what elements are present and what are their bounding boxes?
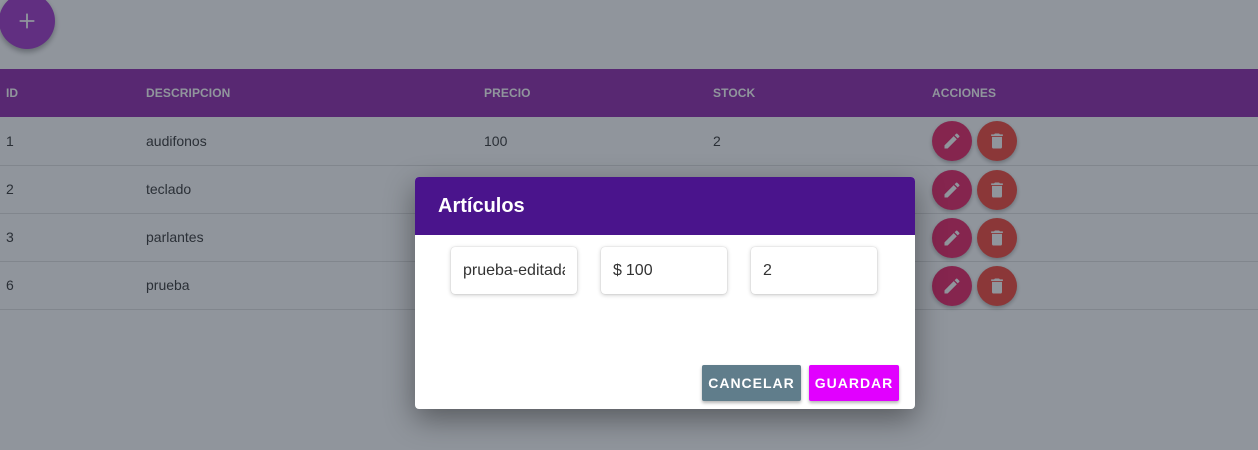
precio-input[interactable]	[621, 247, 727, 294]
dialog-fields: $	[451, 247, 877, 294]
dialog-title: Artículos	[438, 194, 525, 217]
save-button[interactable]: GUARDAR	[809, 365, 899, 401]
stock-field-wrapper	[751, 247, 877, 294]
descripcion-input[interactable]	[451, 247, 577, 294]
stock-input[interactable]	[751, 247, 877, 294]
descripcion-field-wrapper	[451, 247, 577, 294]
currency-prefix: $	[613, 261, 622, 279]
cancel-button[interactable]: CANCELAR	[702, 365, 801, 401]
precio-field-wrapper: $	[601, 247, 727, 294]
dialog-header: Artículos	[415, 177, 915, 235]
articles-dialog: Artículos $ CANCELAR GUARDAR	[415, 177, 915, 409]
